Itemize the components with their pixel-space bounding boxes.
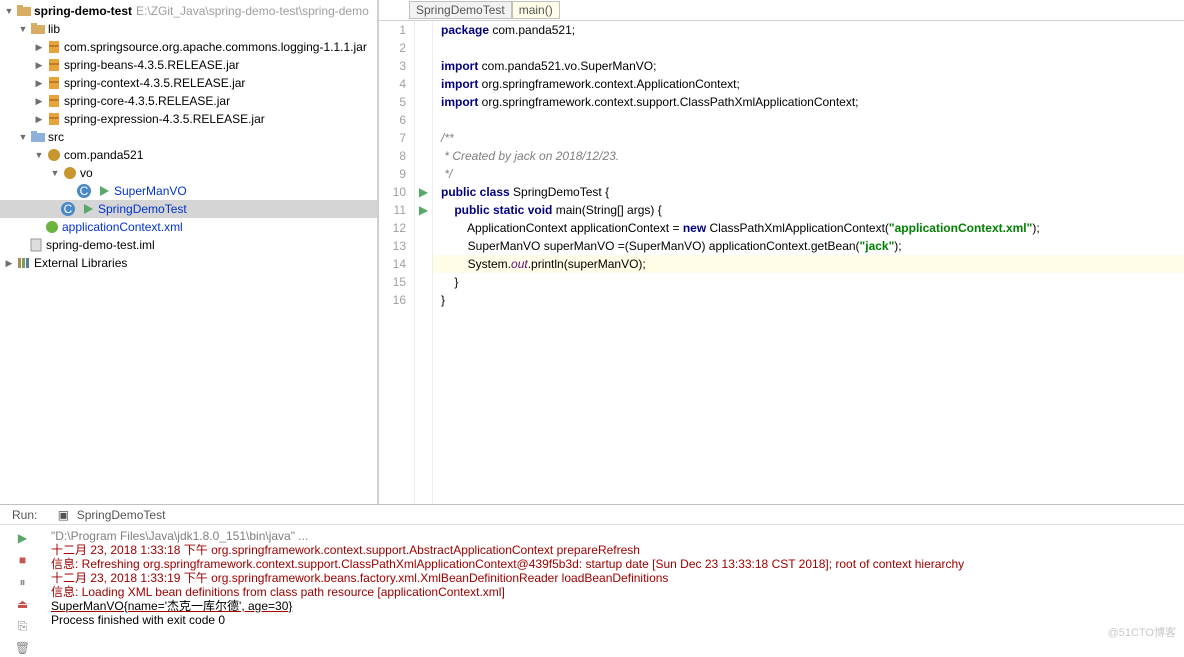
stop-button[interactable]: ■ <box>14 551 32 569</box>
tree-package-vo[interactable]: ▼vo <box>0 164 377 182</box>
package-icon <box>62 165 78 181</box>
lib-label: lib <box>48 22 60 36</box>
spring-config-icon <box>44 219 60 235</box>
caret-down-icon: ▼ <box>4 6 14 16</box>
svg-text:C: C <box>80 184 89 198</box>
class-icon: C <box>76 183 92 199</box>
runnable-icon <box>96 183 112 199</box>
tree-src[interactable]: ▼ src <box>0 128 377 146</box>
svg-text:C: C <box>64 202 73 216</box>
caret-right-icon: ▶ <box>34 96 44 107</box>
jar-icon <box>46 39 62 55</box>
runnable-icon <box>80 201 96 217</box>
jar-icon <box>46 93 62 109</box>
caret-right-icon: ▶ <box>34 60 44 71</box>
tree-external-libs[interactable]: ▶External Libraries <box>0 254 377 272</box>
caret-right-icon: ▶ <box>34 114 44 125</box>
src-label: src <box>48 130 64 144</box>
run-toolbar: ▶ ■ ⏸ ⏏ ⎘ 🗑 <box>0 525 45 657</box>
caret-right-icon: ▶ <box>4 258 14 269</box>
tree-package[interactable]: ▼com.panda521 <box>0 146 377 164</box>
tree-jar[interactable]: ▶com.springsource.org.apache.commons.log… <box>0 38 377 56</box>
tree-class[interactable]: CSuperManVO <box>0 182 377 200</box>
pause-button[interactable]: ⏸ <box>14 573 32 591</box>
project-tree[interactable]: ▼ spring-demo-test E:\ZGit_Java\spring-d… <box>0 0 378 504</box>
tree-root[interactable]: ▼ spring-demo-test E:\ZGit_Java\spring-d… <box>0 2 377 20</box>
tree-jar[interactable]: ▶spring-context-4.3.5.RELEASE.jar <box>0 74 377 92</box>
caret-down-icon: ▼ <box>34 150 44 160</box>
caret-down-icon: ▼ <box>18 24 28 34</box>
run-tool-window: Run: ▣ SpringDemoTest ▶ ■ ⏸ ⏏ ⎘ 🗑 "D:\Pr… <box>0 504 1184 644</box>
file-icon <box>28 237 44 253</box>
app-icon: ▣ <box>55 507 71 523</box>
caret-down-icon: ▼ <box>50 168 60 178</box>
breadcrumb-bar: SpringDemoTest main() <box>379 0 1184 21</box>
jar-icon <box>46 111 62 127</box>
run-gutter-icon[interactable]: ▶ <box>419 203 428 217</box>
trash-button[interactable]: 🗑 <box>14 639 32 657</box>
crumb-method[interactable]: main() <box>512 1 560 19</box>
rerun-button[interactable]: ▶ <box>14 529 32 547</box>
code-editor[interactable]: 12345678910111213141516 ▶ ▶ package com.… <box>379 21 1184 504</box>
run-label: Run: <box>4 505 45 524</box>
folder-icon <box>16 3 32 19</box>
code-body[interactable]: package com.panda521; import com.panda52… <box>433 21 1184 504</box>
line-number-gutter: 12345678910111213141516 <box>379 21 415 504</box>
tree-iml[interactable]: spring-demo-test.iml <box>0 236 377 254</box>
exit-button[interactable]: ⏏ <box>14 595 32 613</box>
crumb-class[interactable]: SpringDemoTest <box>409 1 512 19</box>
console-output[interactable]: "D:\Program Files\Java\jdk1.8.0_151\bin\… <box>45 525 1184 657</box>
tree-jar[interactable]: ▶spring-expression-4.3.5.RELEASE.jar <box>0 110 377 128</box>
run-gutter-icon[interactable]: ▶ <box>419 185 428 199</box>
class-icon: C <box>60 201 76 217</box>
run-gutter: ▶ ▶ <box>415 21 433 504</box>
jar-icon <box>46 57 62 73</box>
caret-right-icon: ▶ <box>34 42 44 53</box>
tree-lib[interactable]: ▼ lib <box>0 20 377 38</box>
root-name: spring-demo-test <box>34 4 132 18</box>
tree-class-selected[interactable]: CSpringDemoTest <box>0 200 377 218</box>
tree-jar[interactable]: ▶spring-core-4.3.5.RELEASE.jar <box>0 92 377 110</box>
root-path: E:\ZGit_Java\spring-demo-test\spring-dem… <box>136 4 369 18</box>
caret-down-icon: ▼ <box>18 132 28 142</box>
tree-xml[interactable]: applicationContext.xml <box>0 218 377 236</box>
folder-icon <box>30 21 46 37</box>
run-tab[interactable]: ▣ SpringDemoTest <box>45 505 173 524</box>
source-folder-icon <box>30 129 46 145</box>
caret-right-icon: ▶ <box>34 78 44 89</box>
jar-icon <box>46 75 62 91</box>
dump-button[interactable]: ⎘ <box>14 617 32 635</box>
watermark: @51CTO博客 <box>1108 624 1176 640</box>
tree-jar[interactable]: ▶spring-beans-4.3.5.RELEASE.jar <box>0 56 377 74</box>
library-icon <box>16 255 32 271</box>
package-icon <box>46 147 62 163</box>
